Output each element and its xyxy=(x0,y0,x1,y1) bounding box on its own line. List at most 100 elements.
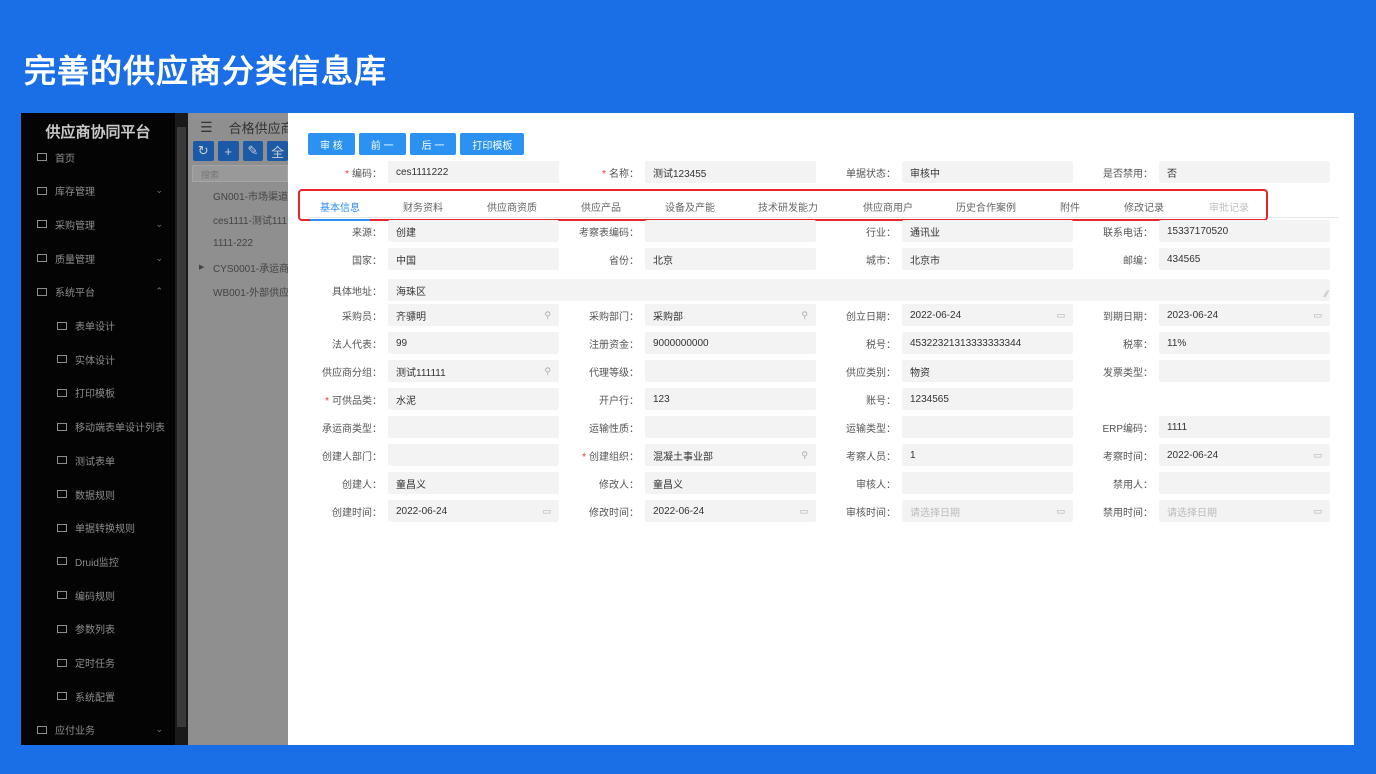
sidebar-item[interactable]: 数据规则 xyxy=(21,479,175,509)
field-input[interactable] xyxy=(645,360,816,382)
field-input[interactable]: 2022-06-24 ▭ xyxy=(645,500,816,522)
field-input[interactable] xyxy=(1159,360,1330,382)
field-input[interactable]: 2022-06-24 ▭ xyxy=(902,304,1073,326)
tab-5[interactable]: 技术研发能力 xyxy=(758,199,818,214)
field-input[interactable]: 2023-06-24 ▭ xyxy=(1159,304,1330,326)
field-input[interactable]: 请选择日期 ▭ xyxy=(1159,500,1330,522)
field-input[interactable]: 否 xyxy=(1159,161,1330,183)
field-input[interactable]: 中国 xyxy=(388,248,559,270)
calendar-icon[interactable]: ▭ xyxy=(1056,506,1065,517)
next-button[interactable]: 后 一 xyxy=(409,133,457,155)
sidebar-item[interactable]: 定时任务 xyxy=(21,648,175,678)
field-input[interactable]: 测试123455 xyxy=(645,161,816,183)
sidebar-item[interactable]: 打印模板 xyxy=(21,378,175,408)
tree-search-input[interactable]: 搜索 xyxy=(192,165,288,182)
tree-node[interactable]: WB001-外部供应商 xyxy=(188,280,288,302)
field-input[interactable] xyxy=(902,416,1073,438)
field-input[interactable] xyxy=(1159,472,1330,494)
field-input[interactable]: 童昌义 xyxy=(388,472,559,494)
resize-handle-icon[interactable]: ⁄⁄ xyxy=(1325,289,1328,299)
field-input[interactable]: 通讯业 xyxy=(902,220,1073,242)
calendar-icon[interactable]: ▭ xyxy=(1056,310,1065,321)
field-input[interactable]: 2022-06-24 ▭ xyxy=(1159,444,1330,466)
add-button[interactable]: + xyxy=(217,141,239,161)
tree-node[interactable]: ces1111-测试111 xyxy=(188,208,288,230)
caret-right-icon[interactable]: ▶ xyxy=(199,263,204,271)
field-input[interactable]: 采购部 ⚲ xyxy=(645,304,816,326)
calendar-icon[interactable]: ▭ xyxy=(799,506,808,517)
tab-2[interactable]: 供应商资质 xyxy=(487,199,537,214)
field-input[interactable]: ces1111222 xyxy=(388,161,559,183)
edit-button[interactable]: ✎ xyxy=(242,141,264,161)
scrollbar-thumb[interactable] xyxy=(177,127,186,727)
field-input[interactable] xyxy=(902,472,1073,494)
tab-4[interactable]: 设备及产能 xyxy=(665,199,715,214)
field-input[interactable]: 北京市 xyxy=(902,248,1073,270)
calendar-icon[interactable]: ▭ xyxy=(1313,506,1322,517)
field-input[interactable]: 1 xyxy=(902,444,1073,466)
more-button[interactable]: 全 xyxy=(267,141,288,161)
menu-fold-icon[interactable]: ☰ xyxy=(200,119,213,136)
sidebar-item[interactable]: 实体设计 xyxy=(21,344,175,374)
field-input[interactable]: 99 xyxy=(388,332,559,354)
field-input[interactable]: 测试111111 ⚲ xyxy=(388,360,559,382)
sidebar-item[interactable]: 系统配置 xyxy=(21,681,175,711)
field-input[interactable]: 审核中 xyxy=(902,161,1073,183)
tree-node[interactable]: 1111-222 xyxy=(188,232,288,254)
tab-7[interactable]: 历史合作案例 xyxy=(956,199,1016,214)
field-input[interactable]: 北京 xyxy=(645,248,816,270)
field-input[interactable]: 童昌义 xyxy=(645,472,816,494)
tab-6[interactable]: 供应商用户 xyxy=(863,199,913,214)
field-input[interactable]: 混凝土事业部 ⚲ xyxy=(645,444,816,466)
field-input[interactable] xyxy=(388,444,559,466)
sidebar-item[interactable]: 系统平台 ⌃ xyxy=(21,277,175,307)
field-input[interactable]: 15337170520 xyxy=(1159,220,1330,242)
sidebar-item[interactable]: 首页 xyxy=(21,142,175,172)
search-icon[interactable]: ⚲ xyxy=(801,310,808,321)
field-input[interactable]: 2022-06-24 ▭ xyxy=(388,500,559,522)
field-input[interactable]: 水泥 xyxy=(388,388,559,410)
field-input[interactable]: 创建 xyxy=(388,220,559,242)
sidebar-item[interactable]: 库存管理 ⌄ xyxy=(21,176,175,206)
sidebar-item[interactable]: 采购管理 ⌄ xyxy=(21,209,175,239)
calendar-icon[interactable]: ▭ xyxy=(1313,310,1322,321)
calendar-icon[interactable]: ▭ xyxy=(1313,450,1322,461)
calendar-icon[interactable]: ▭ xyxy=(542,506,551,517)
sidebar-item[interactable]: 表单设计 xyxy=(21,311,175,341)
sidebar-item[interactable]: 参数列表 xyxy=(21,614,175,644)
search-icon[interactable]: ⚲ xyxy=(801,450,808,461)
tab-3[interactable]: 供应产品 xyxy=(581,199,621,214)
field-input[interactable] xyxy=(645,416,816,438)
tab-1[interactable]: 财务资料 xyxy=(403,199,443,214)
field-input[interactable]: 请选择日期 ▭ xyxy=(902,500,1073,522)
field-input[interactable]: 齐骠明 ⚲ xyxy=(388,304,559,326)
field-input[interactable]: 123 xyxy=(645,388,816,410)
tree-node[interactable]: GN001-市场渠道供应商 xyxy=(188,184,288,206)
tab-8[interactable]: 附件 xyxy=(1060,199,1080,214)
field-input[interactable]: 物资 xyxy=(902,360,1073,382)
field-input[interactable]: 45322321313333333344 xyxy=(902,332,1073,354)
sidebar-item[interactable]: 应付业务 ⌄ xyxy=(21,715,175,745)
field-input[interactable]: 1234565 xyxy=(902,388,1073,410)
sidebar-item[interactable]: Druid监控 xyxy=(21,546,175,576)
field-input[interactable] xyxy=(388,416,559,438)
tree-node[interactable]: ▶ CYS0001-承运商 xyxy=(188,256,288,278)
tab-10[interactable]: 审批记录 xyxy=(1209,199,1249,214)
sidebar-item[interactable]: 质量管理 ⌄ xyxy=(21,243,175,273)
print-template-button[interactable]: 打印模板 xyxy=(460,133,525,155)
previous-button[interactable]: 前 一 xyxy=(358,133,406,155)
search-icon[interactable]: ⚲ xyxy=(544,310,551,321)
sidebar-item[interactable]: 单据转换规则 xyxy=(21,513,175,543)
field-input[interactable] xyxy=(645,220,816,242)
field-input[interactable]: 1111 xyxy=(1159,416,1330,438)
approve-button[interactable]: 审 核 xyxy=(308,133,355,155)
field-input[interactable]: 9000000000 xyxy=(645,332,816,354)
sidebar-item[interactable]: 移动端表单设计列表 xyxy=(21,412,175,442)
field-input[interactable]: 434565 xyxy=(1159,248,1330,270)
search-icon[interactable]: ⚲ xyxy=(544,366,551,377)
refresh-button[interactable]: ↻ xyxy=(193,141,214,161)
sidebar-item[interactable]: 测试表单 xyxy=(21,445,175,475)
sidebar-scrollbar[interactable] xyxy=(175,113,188,745)
field-input[interactable]: 海珠区 ⁄⁄ xyxy=(388,279,1330,301)
sidebar-item[interactable]: 编码规则 xyxy=(21,580,175,610)
